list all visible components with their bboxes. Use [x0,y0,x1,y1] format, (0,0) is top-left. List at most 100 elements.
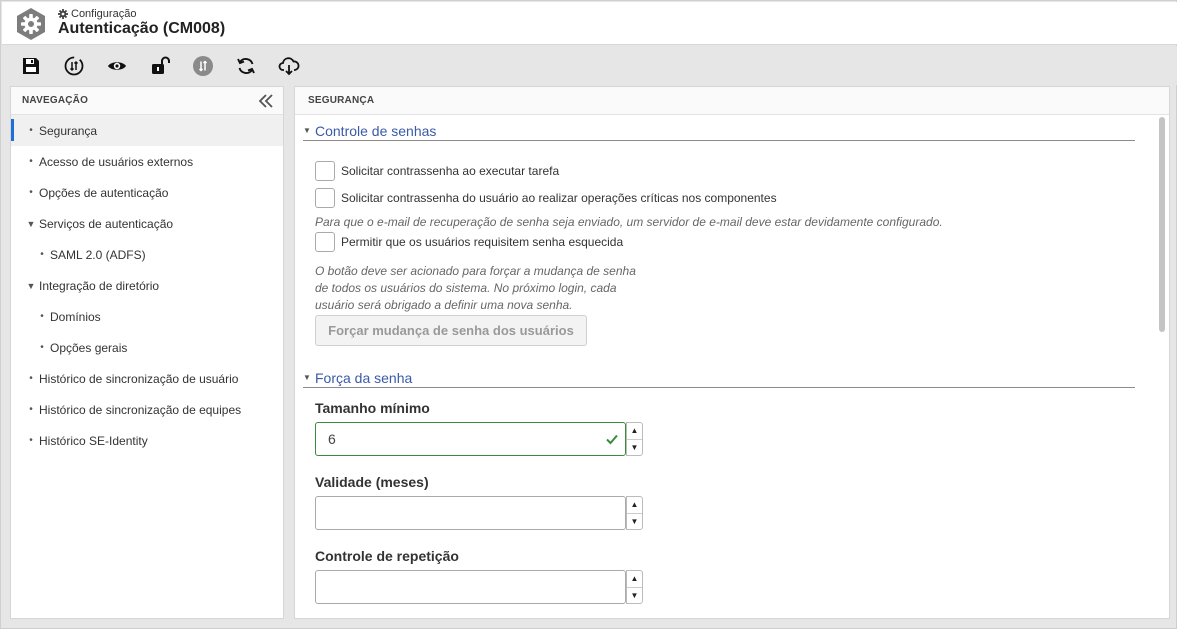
bullet-icon: • [29,373,33,384]
navigation-title: NAVEGAÇÃO [22,95,89,106]
force-password-change-button[interactable]: Forçar mudança de senha dos usuários [315,315,587,346]
bullet-icon: • [40,342,44,353]
repetition-label: Controle de repetição [315,548,459,564]
stepper-up-icon[interactable]: ▲ [627,497,642,514]
cloud-download-button[interactable] [274,51,304,81]
sync-disabled-button[interactable] [188,51,218,81]
nav-item-historico-se-identity[interactable]: • Histórico SE-Identity [11,425,283,456]
repetition-input[interactable] [315,570,626,604]
validity-stepper[interactable]: ▲ ▼ [626,496,643,530]
bullet-icon: • [40,249,44,260]
nav-item-opcoes-autenticacao[interactable]: • Opções de autenticação [11,177,283,208]
content-header: SEGURANÇA [295,87,1169,115]
validity-label: Validade (meses) [315,474,429,490]
nav-item-label: Domínios [50,309,101,324]
nav-item-label: Opções de autenticação [39,185,169,200]
nav-item-label: Histórico de sincronização de usuário [39,371,239,386]
stepper-down-icon[interactable]: ▼ [627,514,642,530]
refresh-icon [237,57,255,74]
bullet-icon: • [40,311,44,322]
nav-item-historico-sync-usuario[interactable]: • Histórico de sincronização de usuário [11,363,283,394]
force-hint-line-2: de todos os usuários do sistema. No próx… [315,281,617,295]
navigation-list: • Segurança • Acesso de usuários externo… [11,115,283,456]
bullet-icon: • [29,435,33,446]
nav-item-label: Segurança [39,123,98,138]
cloud-download-icon [278,56,300,75]
breadcrumb-label: Configuração [71,8,137,20]
toolbar [2,46,1177,85]
nav-item-label: Serviços de autenticação [39,216,174,231]
section-password-control[interactable]: ▼ Controle de senhas [303,121,1135,141]
nav-item-opcoes-gerais[interactable]: • Opções gerais [11,332,283,363]
gear-icon [58,9,68,19]
nav-item-label: Histórico SE-Identity [39,433,148,448]
checkbox-row-task[interactable]: Solicitar contrassenha ao executar taref… [315,161,559,181]
checkbox-label: Solicitar contrassenha ao executar taref… [341,164,560,178]
view-button[interactable] [102,51,132,81]
checkbox-label: Permitir que os usuários requisitem senh… [341,235,624,249]
collapse-double-chevron-icon[interactable] [257,92,275,110]
force-hint-line-1: O botão deve ser acionado para forçar a … [315,264,636,278]
save-icon [23,57,39,74]
email-hint-text: Para que o e-mail de recuperação de senh… [315,215,943,229]
caret-down-icon[interactable]: ▼ [23,281,39,291]
nav-item-dominios[interactable]: • Domínios [11,301,283,332]
section-title: Controle de senhas [315,122,437,139]
checkbox-label: Solicitar contrassenha do usuário ao rea… [341,191,777,205]
app-header: Configuração Autenticação (CM008) [2,2,1177,45]
repetition-stepper[interactable]: ▲ ▼ [626,570,643,604]
eye-icon [108,61,126,70]
unlock-button[interactable] [145,51,175,81]
nav-item-historico-sync-equipes[interactable]: • Histórico de sincronização de equipes [11,394,283,425]
caret-down-icon: ▼ [303,373,311,382]
nav-item-label: Histórico de sincronização de equipes [39,402,242,417]
nav-item-label: SAML 2.0 (ADFS) [50,247,146,262]
save-button[interactable] [16,51,46,81]
force-hint-line-3: usuário será obrigado a definir uma nova… [315,298,573,312]
bullet-icon: • [29,187,33,198]
breadcrumb[interactable]: Configuração [58,8,136,20]
checkbox-forgot-password[interactable] [315,232,335,252]
nav-item-saml-adfs[interactable]: • SAML 2.0 (ADFS) [11,239,283,270]
section-password-strength[interactable]: ▼ Força da senha [303,368,1135,388]
nav-item-integracao-diretorio[interactable]: ▼ Integração de diretório [11,270,283,301]
stepper-down-icon[interactable]: ▼ [627,440,642,456]
checkbox-row-critical[interactable]: Solicitar contrassenha do usuário ao rea… [315,188,777,208]
min-length-stepper[interactable]: ▲ ▼ [626,422,643,456]
bullet-icon: • [29,125,33,136]
nav-item-label: Integração de diretório [39,278,160,293]
content-panel: SEGURANÇA ▼ Controle de senhas Solicitar… [294,86,1170,619]
refresh-button[interactable] [231,51,261,81]
page-title: Autenticação (CM008) [58,20,226,37]
nav-item-acesso-usuarios-externos[interactable]: • Acesso de usuários externos [11,146,283,177]
sync-info-icon [64,56,84,75]
section-title: Força da senha [315,369,413,386]
sync-info-button[interactable] [59,51,89,81]
nav-item-label: Opções gerais [50,340,128,355]
content-title: SEGURANÇA [308,95,375,106]
navigation-panel: NAVEGAÇÃO • Segurança • Acesso de usuári… [10,86,284,619]
nav-item-seguranca[interactable]: • Segurança [11,115,283,146]
unlock-icon [152,56,170,74]
bullet-icon: • [29,156,33,167]
caret-down-icon: ▼ [303,126,311,135]
checkmark-icon [606,434,618,445]
app-window: Configuração Autenticação (CM008) NAVEGA… [0,0,1177,629]
checkbox-critical-operations[interactable] [315,188,335,208]
stepper-up-icon[interactable]: ▲ [627,571,642,588]
navigation-header: NAVEGAÇÃO [11,87,283,115]
vertical-scrollbar[interactable] [1159,117,1165,332]
nav-item-servicos-autenticacao[interactable]: ▼ Serviços de autenticação [11,208,283,239]
caret-down-icon[interactable]: ▼ [23,219,39,229]
checkbox-task-countersign[interactable] [315,161,335,181]
gear-logo-icon [17,8,45,40]
bullet-icon: • [29,404,33,415]
min-length-label: Tamanho mínimo [315,400,430,416]
min-length-input[interactable] [315,422,626,456]
checkbox-row-forgot[interactable]: Permitir que os usuários requisitem senh… [315,232,623,252]
stepper-down-icon[interactable]: ▼ [627,588,642,604]
sync-disabled-icon [193,55,213,76]
stepper-up-icon[interactable]: ▲ [627,423,642,440]
validity-input[interactable] [315,496,626,530]
nav-item-label: Acesso de usuários externos [39,154,194,169]
